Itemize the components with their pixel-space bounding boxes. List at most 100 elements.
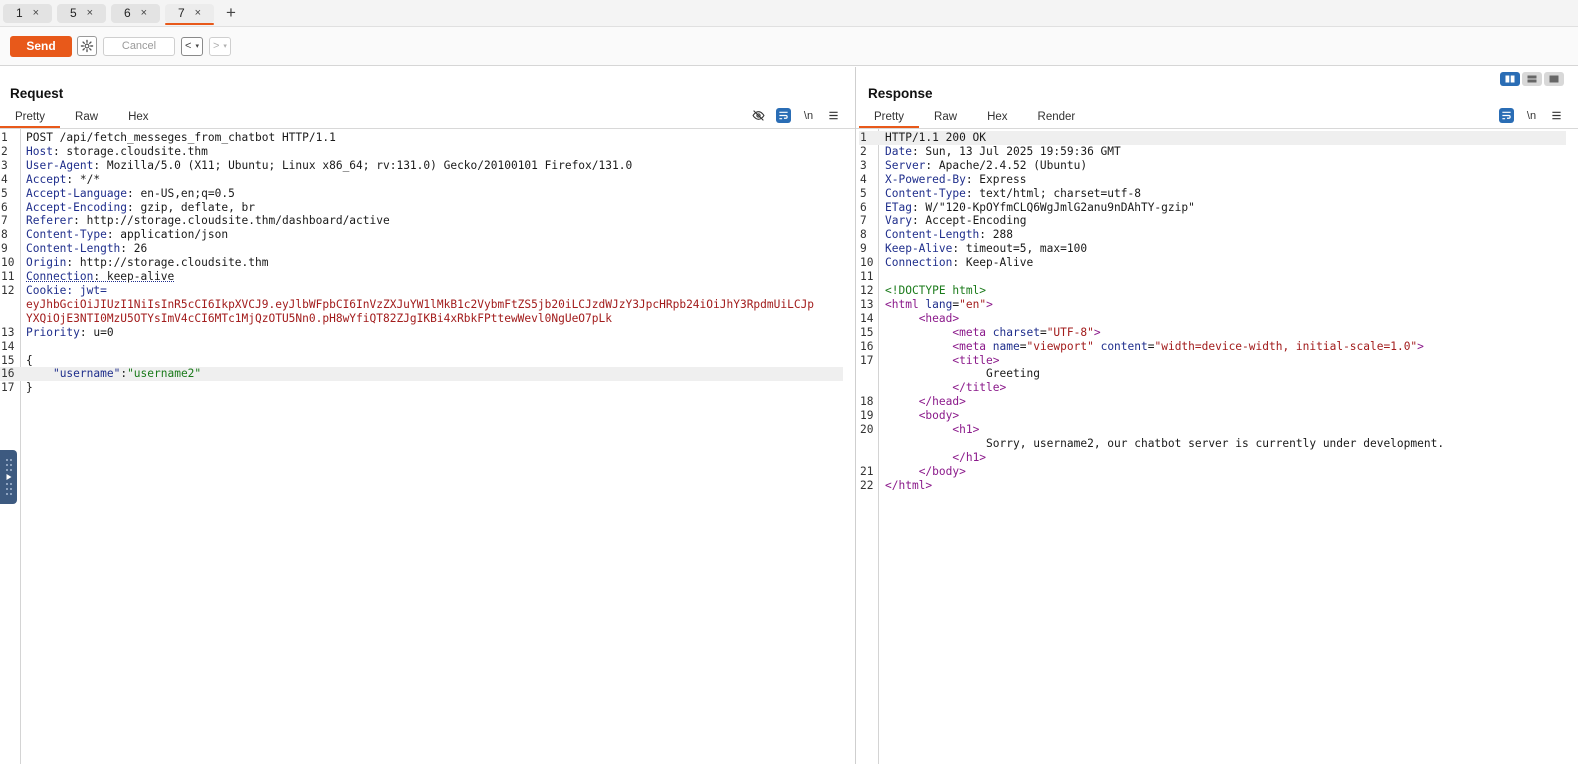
code-line-wrap: </h1> [952, 450, 987, 464]
close-icon[interactable]: × [33, 7, 39, 19]
code-line: 14 [1, 339, 15, 353]
code-line: 5 Content-Type: text/html; charset=utf-8 [860, 186, 1141, 200]
code-line: 3 User-Agent: Mozilla/5.0 (X11; Ubuntu; L… [1, 158, 633, 172]
forward-button[interactable]: > ▾ [208, 36, 231, 56]
code-line: 13 <html lang="en"> [860, 297, 993, 311]
code-line: 4 Accept: */* [1, 172, 101, 186]
request-editor-icons: \n [751, 108, 841, 123]
tab-pretty[interactable]: Pretty [0, 107, 61, 128]
code-line: 15 <meta charset="UTF-8"> [860, 325, 1101, 339]
code-line: 20 <h1> [860, 423, 980, 437]
response-title: Response [868, 86, 933, 101]
layout-tabs-icon[interactable] [1544, 72, 1564, 86]
code-line: 7 Referer: http://storage.cloudsite.thm/d… [1, 214, 390, 228]
request-title: Request [10, 86, 64, 101]
close-icon[interactable]: × [195, 7, 201, 19]
code-line: 6 Accept-Encoding: gzip, deflate, br [1, 200, 256, 214]
send-button[interactable]: Send [10, 35, 72, 57]
code-line: 18 </head> [860, 395, 966, 409]
add-tab-button[interactable]: + [221, 3, 241, 23]
code-line: 5 Accept-Language: en-US,en;q=0.5 [1, 186, 235, 200]
code-line: 16 <meta name="viewport" content="width=… [860, 339, 1424, 353]
code-line: 17 <title> [860, 353, 1000, 367]
tab-7[interactable]: 7 × [165, 3, 214, 25]
tab-raw[interactable]: Raw [919, 107, 972, 127]
hide-nonprintable-icon[interactable] [751, 108, 766, 123]
request-panel: Request Pretty Raw Hex \n 1 POST /api/fet… [0, 67, 856, 764]
code-line: 21 </body> [860, 464, 966, 478]
request-view-tabs: Pretty Raw Hex [0, 107, 164, 128]
tab-label: 6 [123, 6, 131, 20]
request-code: 1 POST /api/fetch_messeges_from_chatbot H… [0, 131, 843, 395]
tab-label: 1 [15, 6, 23, 20]
menu-icon[interactable] [826, 108, 841, 123]
code-line: 9 Keep-Alive: timeout=5, max=100 [860, 242, 1088, 256]
response-editor[interactable]: 1 HTTP/1.1 200 OK 2 Date: Sun, 13 Jul 2025… [856, 129, 1578, 764]
chevron-down-icon[interactable]: ▾ [223, 42, 227, 50]
inspector-toggle-handle[interactable] [0, 450, 17, 504]
tab-render[interactable]: Render [1023, 107, 1091, 127]
code-line: 2 Host: storage.cloudsite.thm [1, 144, 208, 158]
code-line-current: 16 "username":"username2" [0, 367, 843, 382]
code-line-wrap: YXQiOjE3NTI0MzU5OTYsImV4cCI6MTc1MjQzOTU5… [26, 311, 612, 325]
tab-6[interactable]: 6 × [111, 3, 160, 23]
play-icon [5, 459, 12, 495]
code-line-wrap: Sorry, username2, our chatbot server is … [986, 436, 1445, 450]
tab-hex[interactable]: Hex [972, 107, 1022, 127]
tab-label: 7 [177, 6, 185, 20]
wrap-lines-icon[interactable] [1499, 108, 1514, 123]
forward-icon: > [212, 40, 220, 52]
code-line: 2 Date: Sun, 13 Jul 2025 19:59:36 GMT [860, 144, 1121, 158]
code-line: 10 Origin: http://storage.cloudsite.thm [1, 256, 269, 270]
code-line: 11 [860, 270, 874, 284]
wrap-lines-icon[interactable] [776, 108, 791, 123]
newline-toggle[interactable]: \n [1524, 108, 1539, 123]
code-line: 17} [1, 381, 33, 395]
code-line-wrap: </title> [952, 381, 1007, 395]
tab-label: 5 [69, 6, 77, 20]
code-line: 1 POST /api/fetch_messeges_from_chatbot H… [1, 131, 336, 144]
code-line: 6 ETag: W/"120-KpOYfmCLQ6WgJmlG2anu9nDAhT… [860, 200, 1195, 214]
code-line: 22 </html> [860, 478, 933, 492]
repeater-tab-bar: 1 × 5 × 6 × 7 × + [0, 0, 1578, 27]
code-line: 8 Content-Length: 288 [860, 228, 1013, 242]
chevron-down-icon[interactable]: ▾ [195, 42, 199, 50]
tab-1[interactable]: 1 × [3, 3, 52, 23]
tab-hex[interactable]: Hex [113, 107, 163, 127]
code-line: 13 Priority: u=0 [1, 325, 114, 339]
layout-toggles [1500, 72, 1564, 86]
request-toolbar: Send Cancel < ▾ > ▾ [0, 27, 1578, 66]
code-line-wrap: Greeting [986, 367, 1040, 381]
code-line: 11 Connection: keep-alive [1, 270, 175, 284]
tab-5[interactable]: 5 × [57, 3, 106, 23]
cancel-button[interactable]: Cancel [103, 36, 175, 56]
menu-icon[interactable] [1549, 108, 1564, 123]
code-line: 15{ [1, 353, 33, 367]
tab-pretty[interactable]: Pretty [859, 107, 920, 128]
code-line: 19 <body> [860, 409, 960, 423]
back-button[interactable]: < ▾ [181, 36, 203, 56]
close-icon[interactable]: × [141, 7, 147, 19]
code-line: 7 Vary: Accept-Encoding [860, 214, 1027, 228]
layout-side-by-side-icon[interactable] [1500, 72, 1520, 86]
response-view-tabs: Pretty Raw Hex Render [859, 107, 1091, 128]
request-editor[interactable]: 1 POST /api/fetch_messeges_from_chatbot H… [0, 129, 855, 764]
settings-button[interactable] [77, 36, 97, 56]
close-icon[interactable]: × [87, 7, 93, 19]
newline-toggle[interactable]: \n [801, 108, 816, 123]
back-icon: < [185, 40, 192, 52]
code-line: 10 Connection: Keep-Alive [860, 256, 1034, 270]
code-line: 4 X-Powered-By: Express [860, 172, 1027, 186]
code-line: 12 Cookie: jwt= [1, 283, 107, 297]
response-editor-icons: \n [1499, 108, 1564, 123]
code-line: 14 <head> [860, 311, 960, 325]
gear-icon [80, 39, 94, 53]
layout-top-bottom-icon[interactable] [1522, 72, 1542, 86]
response-code: 1 HTTP/1.1 200 OK 2 Date: Sun, 13 Jul 2025… [859, 131, 1566, 493]
code-line: 3 Server: Apache/2.4.52 (Ubuntu) [860, 158, 1088, 172]
code-line: 9 Content-Length: 26 [1, 242, 148, 256]
response-panel: Response Pretty Raw Hex Render \n 1 HTTP/… [856, 67, 1578, 764]
code-line: 12 <!DOCTYPE html> [860, 283, 987, 297]
code-line: 8 Content-Type: application/json [1, 228, 229, 242]
tab-raw[interactable]: Raw [60, 107, 113, 127]
